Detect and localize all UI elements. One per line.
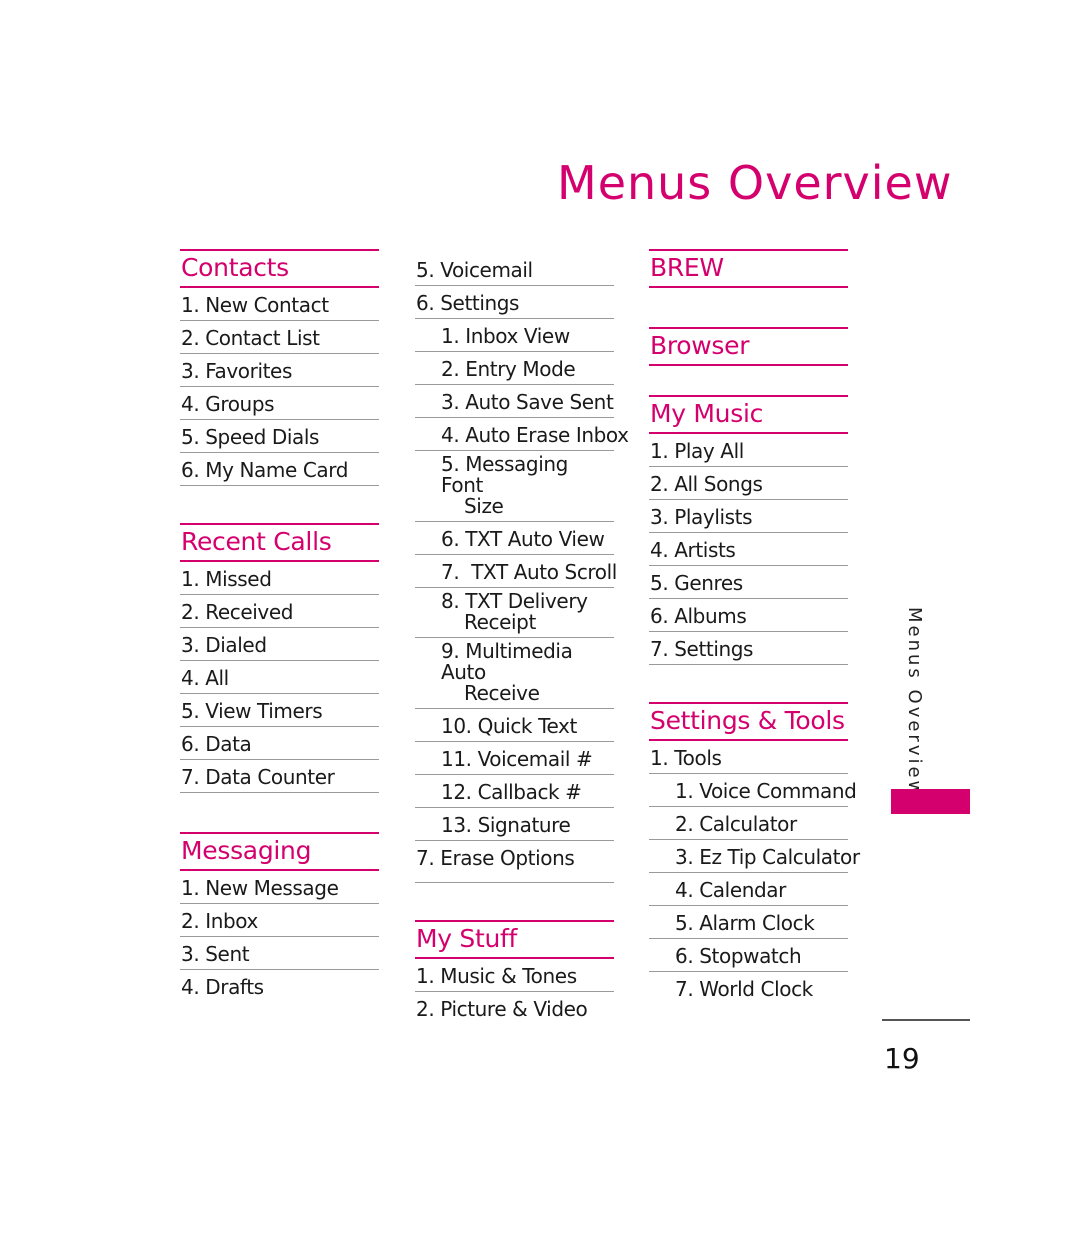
- menu-item[interactable]: 4. All: [180, 661, 379, 694]
- submenu-item[interactable]: 4. Calendar: [649, 873, 848, 906]
- submenu-item[interactable]: 2. Entry Mode: [415, 352, 614, 385]
- menu-item[interactable]: 3. Favorites: [180, 354, 379, 387]
- item-label-continued: Receive: [464, 681, 540, 705]
- menu-item[interactable]: 1. Missed: [180, 562, 379, 595]
- section-browser: Browser: [649, 327, 848, 366]
- menu-item[interactable]: 5. Voicemail: [415, 253, 614, 286]
- submenu-item[interactable]: 9. Multimedia Auto Receive: [415, 638, 614, 709]
- submenu-item[interactable]: 7. TXT Auto Scroll: [415, 555, 617, 588]
- section-heading: Settings & Tools: [649, 702, 848, 741]
- menu-item[interactable]: 1. New Message: [180, 871, 379, 904]
- menu-item[interactable]: 2. Picture & Video: [415, 992, 614, 1024]
- menu-item[interactable]: 7. Data Counter: [180, 760, 379, 793]
- submenu-item[interactable]: 1. Voice Command: [649, 774, 857, 807]
- submenu-item[interactable]: 6. TXT Auto View: [415, 522, 614, 555]
- item-label-continued: Size: [464, 494, 504, 518]
- side-tab-marker: [891, 789, 970, 814]
- section-recent-calls: Recent Calls 1. Missed 2. Received 3. Di…: [180, 523, 379, 793]
- submenu-item[interactable]: 4. Auto Erase Inbox: [415, 418, 629, 451]
- section-heading: My Music: [649, 395, 848, 434]
- section-messaging-continued: 5. Voicemail 6. Settings 1. Inbox View 2…: [415, 253, 629, 883]
- section-my-music: My Music 1. Play All 2. All Songs 3. Pla…: [649, 395, 848, 665]
- item-label-continued: Receipt: [464, 610, 536, 634]
- menu-item[interactable]: 2. Received: [180, 595, 379, 628]
- section-heading: Contacts: [180, 249, 379, 288]
- page-number-divider: [882, 1019, 970, 1021]
- section-heading: My Stuff: [415, 920, 614, 959]
- menu-item[interactable]: 3. Sent: [180, 937, 379, 970]
- section-brew: BREW: [649, 249, 848, 288]
- menu-item[interactable]: 6. Data: [180, 727, 379, 760]
- page-title: Menus Overview: [557, 156, 953, 210]
- item-label: 5. Messaging Font: [441, 452, 568, 497]
- side-tab-label: Menus Overview: [904, 607, 925, 799]
- menu-item[interactable]: 4. Drafts: [180, 970, 379, 1002]
- section-heading: Recent Calls: [180, 523, 379, 562]
- submenu-item[interactable]: 1. Inbox View: [415, 319, 614, 352]
- menu-item[interactable]: 3. Dialed: [180, 628, 379, 661]
- section-messaging: Messaging 1. New Message 2. Inbox 3. Sen…: [180, 832, 379, 1002]
- page-number: 19: [884, 1042, 920, 1075]
- menu-item[interactable]: 6. Settings: [415, 286, 614, 319]
- menu-item[interactable]: 1. Play All: [649, 434, 848, 467]
- section-heading[interactable]: BREW: [649, 249, 848, 288]
- section-settings-tools: Settings & Tools 1. Tools 1. Voice Comma…: [649, 702, 860, 1004]
- submenu-item[interactable]: 3. Auto Save Sent: [415, 385, 614, 418]
- submenu-item[interactable]: 8. TXT Delivery Receipt: [415, 588, 614, 638]
- submenu-item[interactable]: 5. Alarm Clock: [649, 906, 848, 939]
- menu-item[interactable]: 4. Groups: [180, 387, 379, 420]
- submenu-item[interactable]: 2. Calculator: [649, 807, 848, 840]
- menu-item[interactable]: 5. Speed Dials: [180, 420, 379, 453]
- item-label: 9. Multimedia Auto: [441, 639, 573, 684]
- column-3: BREW Browser My Music 1. Play All 2. All…: [649, 249, 860, 1004]
- item-label: 8. TXT Delivery: [441, 589, 588, 613]
- menu-item[interactable]: 7. Settings: [649, 632, 848, 665]
- submenu-item[interactable]: 6. Stopwatch: [649, 939, 848, 972]
- submenu-item[interactable]: 10. Quick Text: [415, 709, 614, 742]
- menu-item[interactable]: 6. My Name Card: [180, 453, 379, 486]
- submenu-item[interactable]: 5. Messaging Font Size: [415, 451, 614, 522]
- menu-item[interactable]: 5. Genres: [649, 566, 848, 599]
- section-contacts: Contacts 1. New Contact 2. Contact List …: [180, 249, 379, 486]
- menu-item[interactable]: 6. Albums: [649, 599, 848, 632]
- menu-item[interactable]: 7. Erase Options: [415, 841, 614, 883]
- menu-item[interactable]: 3. Playlists: [649, 500, 848, 533]
- submenu-item[interactable]: 13. Signature: [415, 808, 614, 841]
- submenu-item[interactable]: 3. Ez Tip Calculator: [649, 840, 860, 873]
- menu-item[interactable]: 1. New Contact: [180, 288, 379, 321]
- menu-item[interactable]: 5. View Timers: [180, 694, 379, 727]
- section-my-stuff: My Stuff 1. Music & Tones 2. Picture & V…: [415, 920, 614, 1024]
- submenu-item[interactable]: 11. Voicemail #: [415, 742, 614, 775]
- column-1: Contacts 1. New Contact 2. Contact List …: [180, 249, 379, 1002]
- section-heading[interactable]: Browser: [649, 327, 848, 366]
- menu-item[interactable]: 1. Tools: [649, 741, 848, 774]
- menu-item[interactable]: 2. Contact List: [180, 321, 379, 354]
- menu-item[interactable]: 2. All Songs: [649, 467, 848, 500]
- menu-item[interactable]: 4. Artists: [649, 533, 848, 566]
- menu-item[interactable]: 1. Music & Tones: [415, 959, 614, 992]
- menu-item[interactable]: 2. Inbox: [180, 904, 379, 937]
- section-heading: Messaging: [180, 832, 379, 871]
- submenu-item[interactable]: 7. World Clock: [649, 972, 848, 1004]
- column-2: 5. Voicemail 6. Settings 1. Inbox View 2…: [415, 253, 629, 1024]
- submenu-item[interactable]: 12. Callback #: [415, 775, 614, 808]
